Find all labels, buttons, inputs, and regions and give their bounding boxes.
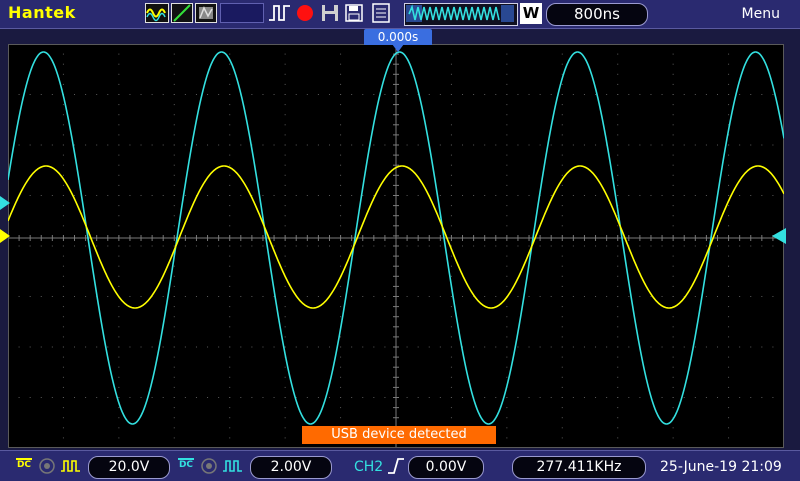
trigger-position-label: 0.000s bbox=[364, 29, 432, 45]
usb-notification: USB device detected bbox=[302, 426, 496, 444]
trigger-source-label[interactable]: CH2 bbox=[354, 459, 383, 475]
window-mode-button[interactable]: W bbox=[520, 3, 542, 24]
trigger-level-marker-icon[interactable] bbox=[772, 228, 786, 244]
graticule bbox=[8, 44, 784, 448]
frequency-readout: 277.411KHz bbox=[512, 456, 646, 479]
ch2-wave-icon[interactable] bbox=[222, 457, 244, 477]
list-icon[interactable] bbox=[370, 3, 392, 23]
ch1-wave-icon[interactable] bbox=[60, 457, 82, 477]
ch1-scale-readout[interactable]: 20.0V bbox=[88, 456, 170, 479]
top-toolbar: Hantek W 800ns Menu bbox=[0, 0, 800, 29]
display-mode-box[interactable] bbox=[220, 3, 264, 23]
persistence-icon[interactable] bbox=[195, 3, 217, 23]
ch2-ground-marker-icon[interactable] bbox=[0, 196, 10, 210]
ch1-bw-limit-icon[interactable] bbox=[38, 457, 56, 477]
memory-depth-waveform-icon[interactable] bbox=[404, 3, 518, 26]
ch2-scale-readout[interactable]: 2.00V bbox=[250, 456, 332, 479]
bottom-status-bar: DC 20.0V DC 2.00V CH2 0.00V 277.411KHz 2… bbox=[0, 450, 800, 481]
ch2-coupling-icon[interactable]: DC bbox=[176, 456, 196, 476]
trigger-edge-icon[interactable] bbox=[268, 3, 292, 23]
date-time: 25-June-19 21:09 bbox=[660, 459, 782, 475]
ch2-bw-limit-icon[interactable] bbox=[200, 457, 218, 477]
ch1-waveform-icon[interactable] bbox=[145, 3, 169, 23]
menu-button[interactable]: Menu bbox=[742, 6, 780, 22]
trigger-position-marker-icon[interactable] bbox=[392, 44, 404, 52]
floppy-disk-icon[interactable] bbox=[344, 3, 364, 23]
ch1-coupling-icon[interactable]: DC bbox=[14, 456, 34, 476]
brand-logo: Hantek bbox=[8, 3, 76, 22]
waveform-display[interactable] bbox=[8, 44, 784, 448]
rising-edge-icon[interactable] bbox=[386, 456, 406, 476]
ch1-ground-marker-icon[interactable] bbox=[0, 229, 10, 243]
save-icon[interactable] bbox=[320, 3, 340, 23]
record-icon[interactable] bbox=[295, 3, 315, 23]
trigger-level-readout[interactable]: 0.00V bbox=[408, 456, 484, 479]
timebase-readout[interactable]: 800ns bbox=[546, 3, 648, 26]
cursor-line-icon[interactable] bbox=[171, 3, 193, 23]
